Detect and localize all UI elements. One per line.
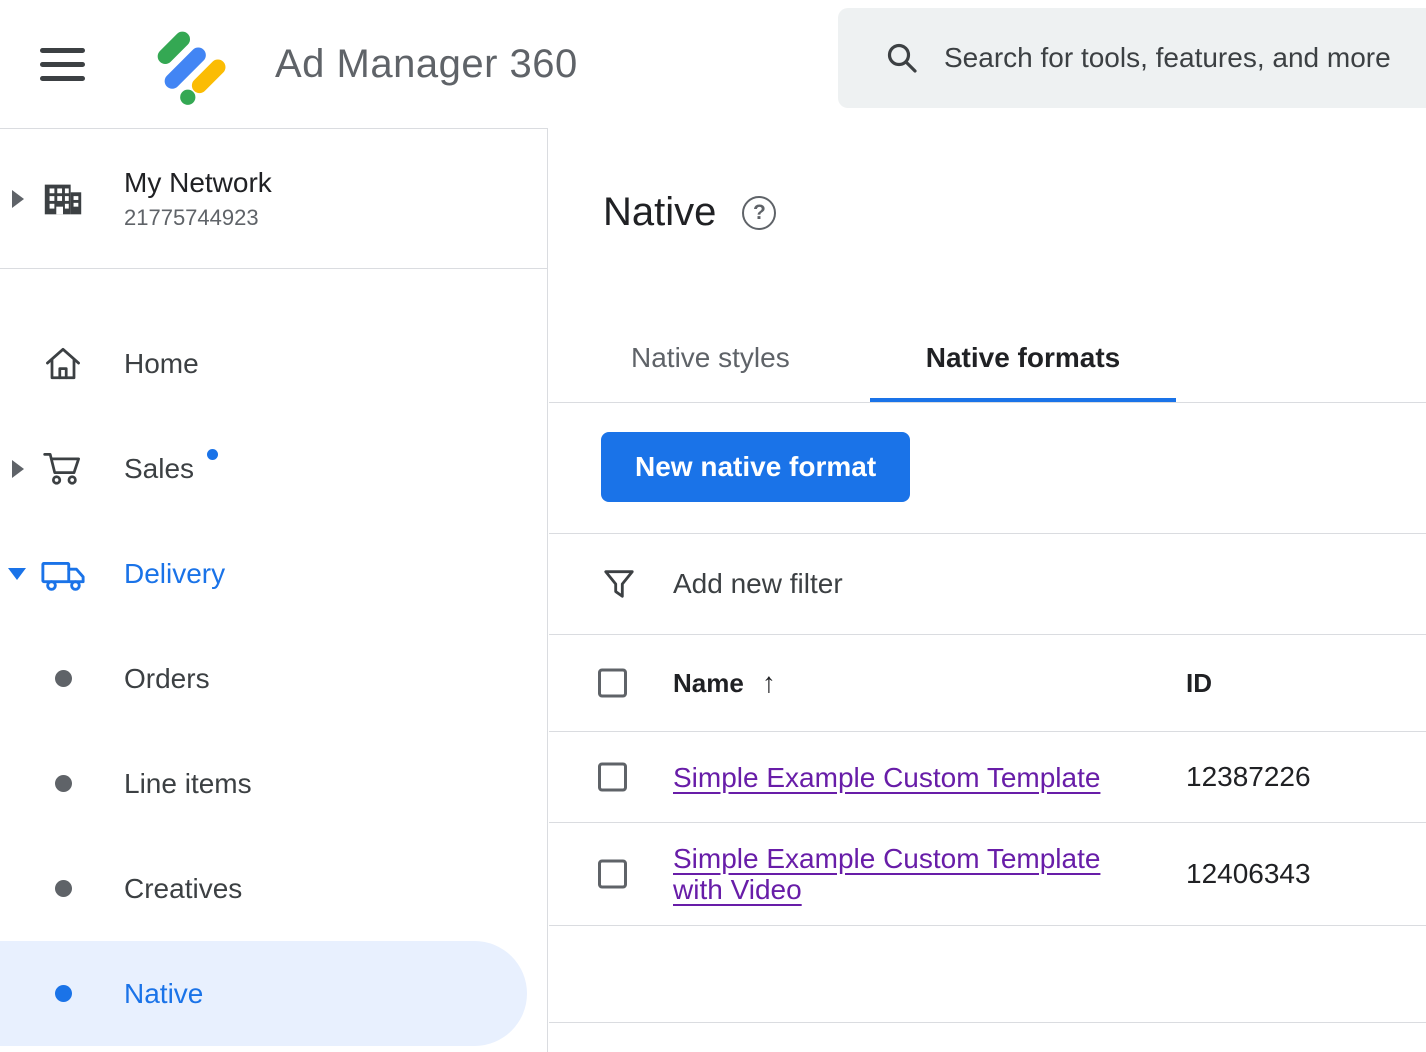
sidebar-item-line-items[interactable]: Line items [0, 731, 547, 836]
sidebar-item-label: Orders [124, 663, 210, 695]
bullet-icon [40, 761, 86, 807]
menu-icon[interactable] [40, 48, 85, 81]
sidebar-item-label: Native [124, 978, 203, 1010]
native-format-link[interactable]: Simple Example Custom Template with Vide… [673, 843, 1153, 905]
divider [549, 1022, 1426, 1023]
sidebar-item-native[interactable]: Native [0, 941, 527, 1046]
sidebar-item-delivery[interactable]: Delivery [0, 521, 547, 626]
help-icon[interactable]: ? [742, 196, 776, 230]
row-checkbox[interactable] [598, 763, 627, 792]
sidebar-item-orders[interactable]: Orders [0, 626, 547, 731]
app-title: Ad Manager 360 [275, 42, 578, 87]
sidebar-item-sales[interactable]: Sales [0, 416, 547, 521]
divider [549, 925, 1426, 926]
column-header-name[interactable]: Name [673, 668, 744, 699]
sidebar-item-label: Home [124, 348, 199, 380]
sidebar-item-label: Line items [124, 768, 252, 800]
page-header: Native ? [603, 190, 776, 235]
sidebar-item-label: Sales [124, 453, 194, 484]
tab-native-formats[interactable]: Native formats [870, 317, 1177, 402]
native-format-link[interactable]: Simple Example Custom Template [673, 762, 1100, 793]
network-expand-icon[interactable] [12, 190, 24, 208]
table-row: Simple Example Custom Template 12387226 [549, 732, 1426, 822]
sales-expand-icon[interactable] [12, 460, 24, 478]
row-checkbox[interactable] [598, 860, 627, 889]
search-bar[interactable] [838, 8, 1426, 108]
bullet-icon [40, 866, 86, 912]
add-filter-bar[interactable]: Add new filter [549, 534, 1426, 634]
page-title: Native [603, 190, 716, 235]
search-icon [884, 40, 920, 76]
building-icon [40, 176, 86, 222]
notification-dot [207, 449, 218, 460]
home-icon [40, 341, 86, 387]
sort-ascending-icon[interactable]: ↑ [762, 667, 776, 699]
shopping-cart-icon [40, 446, 86, 492]
table-header-row: Name ↑ ID [549, 635, 1426, 731]
column-header-id: ID [1186, 668, 1212, 699]
sidebar-item-label: Delivery [124, 558, 225, 590]
native-format-id: 12406343 [1186, 858, 1311, 890]
table-row: Simple Example Custom Template with Vide… [549, 823, 1426, 925]
sidebar-item-label: Creatives [124, 873, 242, 905]
sidebar-item-creatives[interactable]: Creatives [0, 836, 547, 941]
network-id: 21775744923 [124, 205, 272, 231]
tab-native-styles[interactable]: Native styles [575, 317, 846, 402]
delivery-collapse-icon[interactable] [8, 568, 26, 580]
network-selector[interactable]: My Network 21775744923 [0, 129, 547, 269]
native-format-id: 12387226 [1186, 761, 1311, 793]
new-native-format-button[interactable]: New native format [601, 432, 910, 502]
sidebar-item-home[interactable]: Home [0, 311, 547, 416]
ad-manager-logo-icon [147, 21, 233, 107]
bullet-icon [40, 656, 86, 702]
sidebar-nav: Home Sales [0, 311, 547, 1046]
sidebar: My Network 21775744923 Home [0, 128, 548, 1052]
network-name: My Network [124, 167, 272, 199]
add-filter-label: Add new filter [673, 568, 843, 600]
select-all-checkbox[interactable] [598, 669, 627, 698]
search-input[interactable] [944, 42, 1426, 74]
truck-icon [40, 551, 86, 597]
top-app-bar: Ad Manager 360 [0, 0, 1426, 128]
bullet-icon [40, 971, 86, 1017]
main-content: Native ? Native styles Native formats Ne… [549, 128, 1426, 1052]
filter-icon [601, 567, 637, 601]
tab-bar: Native styles Native formats [549, 317, 1426, 403]
